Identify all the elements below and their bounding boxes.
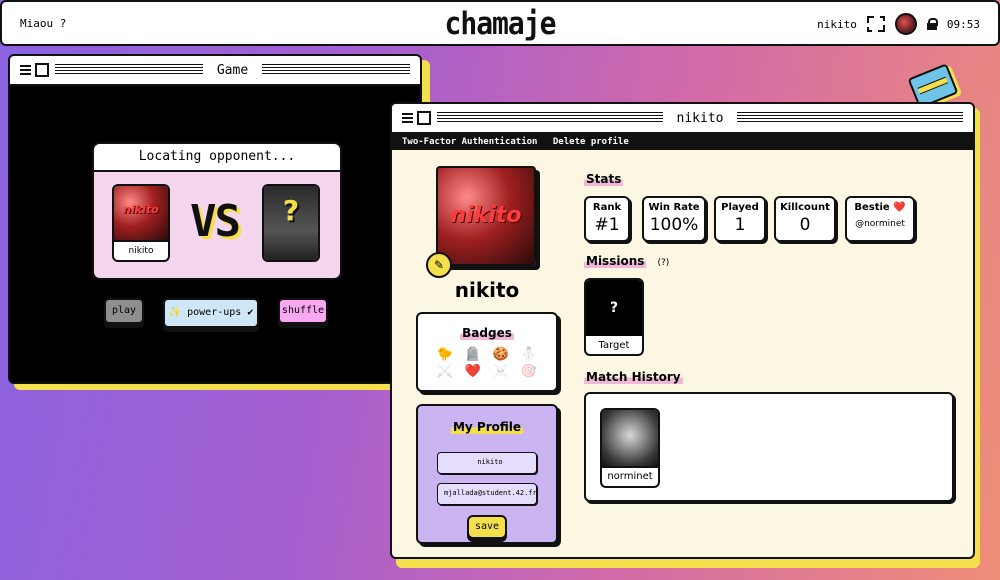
play-button[interactable]: play (104, 298, 144, 324)
badges-title: Badges (460, 326, 514, 340)
clock: 09:53 (946, 17, 980, 31)
player-card: nikito nikito (112, 184, 170, 262)
match-history-title: Match History (584, 370, 683, 384)
game-window-titlebar[interactable]: Game (10, 56, 420, 86)
profile-window-title: nikito (676, 110, 724, 126)
game-window: Game Locating opponent... nikito nikito … (8, 54, 422, 384)
player-name: nikito (128, 246, 154, 256)
match-history-card[interactable]: norminet (600, 408, 660, 488)
two-factor-menu-item[interactable]: Two-Factor Authentication (402, 137, 537, 147)
missions-title: Missions (584, 254, 647, 268)
profile-window: nikito Two-Factor Authentication Delete … (390, 102, 975, 559)
mission-label: Target (598, 340, 630, 351)
match-opponent-name: norminet (607, 471, 653, 482)
opponent-avatar (602, 410, 658, 468)
top-bar: Miaou ? chamaje nikito 09:53 (0, 0, 1000, 46)
matchmaking-panel: Locating opponent... nikito nikito VS ? (92, 142, 342, 280)
edit-picture-icon[interactable]: ✎ (426, 252, 452, 278)
profile-menubar: Two-Factor Authentication Delete profile (392, 134, 973, 150)
profile-picture: nikito (436, 166, 536, 266)
lock-icon[interactable] (926, 18, 938, 30)
profile-username: nikito (454, 278, 520, 302)
match-history-panel: norminet (584, 392, 954, 502)
badges-panel: Badges 🐤 🪦 🍪 ⛄ ⚔️ ❤️ ☠️ 🎯 (416, 312, 558, 392)
opponent-card: ? (262, 184, 320, 262)
heart-badge-icon: ❤️ (464, 364, 482, 379)
powerups-toggle[interactable]: ✨ power-ups ✔ (163, 298, 259, 328)
top-bar-username[interactable]: nikito (817, 18, 857, 31)
swords-badge-icon: ⚔️ (436, 364, 454, 379)
cookie-badge-icon: 🍪 (492, 347, 510, 362)
profile-window-titlebar[interactable]: nikito (392, 104, 973, 134)
win-rate-stat: Win Rate 100% (642, 196, 706, 242)
question-mark-icon: ? (282, 194, 300, 227)
maximize-icon[interactable] (417, 111, 431, 125)
maximize-icon[interactable] (35, 63, 49, 77)
mission-question-icon: ? (586, 280, 642, 336)
skull-badge-icon: ☠️ (492, 364, 510, 379)
badges-grid: 🐤 🪦 🍪 ⛄ ⚔️ ❤️ ☠️ 🎯 (418, 347, 556, 379)
username-field[interactable]: nikito (437, 452, 537, 474)
email-field[interactable]: mjallada@student.42.fr (437, 483, 537, 505)
mission-card[interactable]: ? Target (584, 278, 644, 356)
game-window-title: Game (216, 62, 249, 78)
player-picture: nikito (114, 186, 168, 242)
bestie-stat[interactable]: Bestie ❤️ @norminet (845, 196, 915, 242)
my-profile-panel: My Profile nikito mjallada@student.42.fr… (416, 404, 558, 544)
rank-stat: Rank #1 (584, 196, 630, 242)
menu-icon[interactable] (402, 113, 413, 123)
snowman-badge-icon: ⛄ (520, 347, 538, 362)
missions-help-link[interactable]: (?) (657, 258, 669, 268)
save-button[interactable]: save (467, 515, 507, 539)
my-profile-title: My Profile (450, 420, 524, 434)
stats-title: Stats (584, 172, 624, 186)
target-badge-icon: 🎯 (520, 364, 538, 379)
played-stat: Played 1 (714, 196, 766, 242)
fullscreen-icon[interactable] (866, 16, 885, 32)
tombstone-badge-icon: 🪦 (464, 347, 482, 362)
chick-badge-icon: 🐤 (436, 347, 454, 362)
user-avatar[interactable] (894, 13, 917, 35)
versus-label: VS (190, 196, 241, 247)
menu-icon[interactable] (20, 65, 31, 75)
opponent-picture: ? (264, 186, 318, 260)
killcount-stat: Killcount 0 (774, 196, 836, 242)
matchmaking-status: Locating opponent... (94, 144, 340, 172)
shuffle-button[interactable]: shuffle (278, 298, 328, 324)
delete-profile-menu-item[interactable]: Delete profile (553, 137, 629, 147)
